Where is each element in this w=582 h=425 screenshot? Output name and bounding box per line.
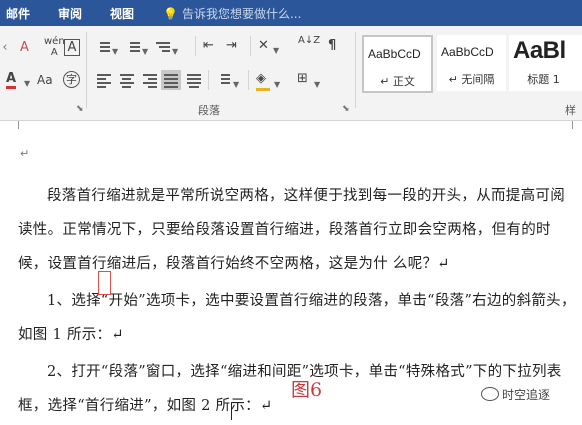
borders-icon[interactable]: ⊞ (297, 71, 308, 87)
crop-mark-left (0, 121, 19, 129)
tab-view[interactable]: 视图 (110, 5, 134, 22)
numbering-dropdown-icon[interactable]: ▼ (142, 44, 148, 60)
borders-dropdown-icon[interactable]: ▼ (314, 77, 320, 93)
style-heading-1[interactable]: AaBl 标题 1 (509, 35, 582, 91)
group-separator (355, 32, 356, 108)
style-sample-text: AaBl (513, 37, 566, 64)
style-sample-text: AaBbCcD (368, 47, 421, 61)
show-formatting-marks-icon[interactable]: ¶ (328, 38, 336, 54)
lightbulb-icon: 💡 (163, 7, 178, 21)
line-spacing-icon[interactable] (216, 74, 230, 86)
bullets-icon[interactable] (96, 42, 110, 54)
align-left-icon[interactable] (97, 74, 111, 88)
wechat-icon (481, 387, 499, 401)
group-separator (86, 32, 87, 108)
style-name-label: ↵ 正文 (380, 75, 415, 88)
shading-dropdown-icon[interactable]: ▼ (274, 77, 280, 93)
increase-indent-icon[interactable]: ⇥ (226, 38, 237, 54)
change-case-icon[interactable]: Aa (37, 72, 53, 88)
font-color-dropdown-icon[interactable]: ▼ (24, 76, 30, 92)
text-cursor (231, 402, 232, 420)
ribbon: ‹ A wén A A A ▼ Aa 字 ▼ ▼ ▼ ⇤ ⇥ ✕ ▼ A↓Z ¶… (0, 26, 582, 121)
enclose-character-icon[interactable]: 字 (63, 71, 80, 88)
tab-review[interactable]: 审阅 (58, 5, 82, 22)
tell-me-text: 告诉我您想要做什么... (181, 7, 302, 21)
font-arrow-fragment-icon[interactable]: ‹ (0, 40, 12, 56)
chinese-layout-dropdown-icon[interactable]: ▼ (273, 43, 279, 59)
divider (208, 70, 209, 90)
numbering-icon[interactable] (126, 42, 140, 54)
style-no-spacing[interactable]: AaBbCcD ↵ 无间隔 (437, 35, 506, 91)
bullets-dropdown-icon[interactable]: ▼ (112, 44, 118, 60)
line-spacing-dropdown-icon[interactable]: ▼ (233, 77, 239, 93)
sort-icon[interactable]: A↓Z (298, 36, 320, 46)
align-center-icon[interactable] (120, 74, 134, 88)
clear-format-icon[interactable]: A (20, 40, 29, 56)
shading-icon[interactable]: ◈ (256, 71, 266, 87)
decrease-indent-icon[interactable]: ⇤ (203, 38, 214, 54)
watermark: 时空追逐 (481, 386, 550, 403)
figure-label: 图6 (291, 379, 323, 401)
align-right-icon[interactable] (143, 74, 157, 88)
font-color-icon[interactable]: A (6, 72, 17, 89)
styles-group-label: 样 (565, 104, 576, 117)
paragraph-mark: ↵ (20, 147, 30, 160)
watermark-text: 时空追逐 (502, 388, 551, 402)
style-name-label: ↵ 无间隔 (448, 73, 495, 86)
paragraph-1: 段落首行缩进就是平常所说空两格，这样便于找到每一段的开头，从而提高可阅读性。正常… (18, 188, 565, 272)
paragraph-dialog-launcher-icon[interactable]: ⬊ (342, 104, 350, 114)
crop-mark-right (572, 121, 582, 129)
style-name-label: 标题 1 (527, 73, 560, 86)
divider (250, 36, 251, 56)
divider (195, 36, 196, 56)
distributed-icon[interactable] (187, 74, 201, 88)
multilevel-list-icon[interactable] (156, 42, 170, 54)
font-dialog-launcher-icon[interactable]: ⬊ (76, 104, 84, 114)
divider (248, 70, 249, 90)
paragraph-group-label: 段落 (198, 104, 220, 117)
multilevel-list-dropdown-icon[interactable]: ▼ (172, 44, 178, 60)
style-sample-text: AaBbCcD (441, 45, 494, 59)
shading-color-bar (256, 88, 270, 91)
tell-me-search[interactable]: 💡 告诉我您想要做什么... (163, 5, 301, 22)
document-page[interactable]: ↵ 段落首行缩进就是平常所说空两格，这样便于找到每一段的开头，从而提高可阅读性。… (0, 121, 582, 425)
character-border-icon[interactable]: A (64, 39, 80, 56)
ribbon-tab-bar: 邮件 审阅 视图 💡 告诉我您想要做什么... (0, 0, 582, 26)
chinese-layout-icon[interactable]: ✕ (258, 38, 269, 54)
phonetic-guide-icon[interactable]: wén A (44, 36, 65, 58)
tab-mailings[interactable]: 邮件 (6, 5, 30, 22)
style-normal[interactable]: AaBbCcD ↵ 正文 (362, 35, 433, 93)
justify-icon[interactable] (164, 74, 178, 88)
annotation-red-box (98, 271, 111, 295)
